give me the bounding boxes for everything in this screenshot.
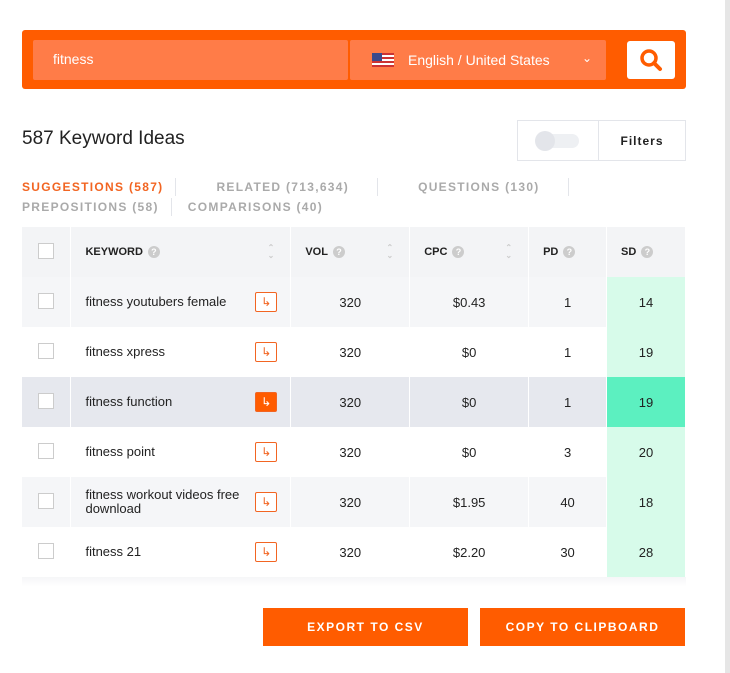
open-keyword-icon[interactable]: ↳ [255, 542, 278, 562]
row-checkbox[interactable] [38, 492, 55, 509]
table-row[interactable]: fitness workout videos free download ↳ 32… [22, 477, 686, 527]
keyword-input[interactable]: fitness [33, 40, 348, 80]
table-row[interactable]: fitness function ↳ 320 $0 1 19 [22, 377, 686, 427]
page-title: 587 Keyword Ideas [22, 128, 185, 149]
filters-toggle[interactable] [518, 121, 599, 160]
select-all-checkbox[interactable] [38, 242, 54, 259]
sd-cell: 20 [606, 427, 686, 477]
help-icon: ? [563, 246, 576, 259]
pd-cell: 1 [528, 327, 608, 377]
tab-related[interactable]: RELATED (713,634) [216, 180, 349, 194]
table-row[interactable]: fitness point ↳ 320 $0 3 20 [22, 427, 686, 477]
open-keyword-icon[interactable]: ↳ [255, 342, 278, 362]
sd-cell: 14 [606, 277, 686, 327]
cpc-cell: $0 [409, 327, 530, 377]
vol-cell: 320 [290, 377, 411, 427]
copy-clipboard-button[interactable]: COPY TO CLIPBOARD [480, 608, 685, 646]
table-row[interactable]: fitness xpress ↳ 320 $0 1 19 [22, 327, 686, 377]
sort-icon: ⌃ ⌄ [386, 243, 394, 260]
open-keyword-icon[interactable]: ↳ [255, 442, 278, 462]
column-keyword[interactable]: KEYWORD? ⌃ ⌄ [70, 227, 292, 277]
export-csv-button[interactable]: EXPORT TO CSV [263, 608, 468, 646]
language-select[interactable]: English / United States ⌄ [350, 40, 606, 80]
help-icon: ? [452, 246, 465, 259]
vol-cell: 320 [290, 277, 411, 327]
cpc-cell: $2.20 [409, 527, 530, 577]
keyword-cell: fitness youtubers female ↳ [70, 277, 292, 327]
keyword-table: KEYWORD? ⌃ ⌄ VOL? ⌃ ⌄ CPC? ⌃ ⌄ PD? SD? fitness… [22, 227, 686, 577]
search-bar: fitness English / United States ⌄ [22, 30, 686, 89]
vol-cell: 320 [290, 527, 411, 577]
cpc-cell: $0.43 [409, 277, 530, 327]
vol-cell: 320 [290, 427, 411, 477]
pd-cell: 40 [528, 477, 608, 527]
filters-panel: Filters [517, 120, 686, 161]
row-checkbox[interactable] [38, 342, 55, 359]
open-keyword-icon[interactable]: ↳ [255, 292, 278, 312]
cpc-cell: $0 [409, 377, 530, 427]
help-icon: ? [147, 246, 160, 259]
language-label: English / United States [408, 52, 550, 68]
search-button[interactable] [627, 41, 675, 79]
tab-suggestions[interactable]: SUGGESTIONS (587) [22, 180, 163, 194]
row-checkbox[interactable] [38, 442, 55, 459]
help-icon: ? [332, 246, 345, 259]
table-row[interactable]: fitness 21 ↳ 320 $2.20 30 28 [22, 527, 686, 577]
keyword-cell: fitness point ↳ [70, 427, 292, 477]
sort-icon: ⌃ ⌄ [267, 243, 275, 260]
cpc-cell: $0 [409, 427, 530, 477]
sd-cell: 19 [606, 327, 686, 377]
tab-prepositions[interactable]: PREPOSITIONS (58) [22, 200, 159, 214]
help-icon: ? [641, 246, 654, 259]
vol-cell: 320 [290, 327, 411, 377]
sd-cell: 28 [606, 527, 686, 577]
tab-questions[interactable]: QUESTIONS (130) [418, 180, 540, 194]
chevron-down-icon: ⌄ [581, 51, 592, 65]
cpc-cell: $1.95 [409, 477, 530, 527]
column-sd[interactable]: SD? [606, 227, 686, 277]
tab-comparisons[interactable]: COMPARISONS (40) [188, 200, 323, 214]
pd-cell: 3 [528, 427, 608, 477]
table-row[interactable]: fitness youtubers female ↳ 320 $0.43 1 14 [22, 277, 686, 327]
row-checkbox[interactable] [38, 392, 55, 409]
sd-cell: 18 [606, 477, 686, 527]
keyword-cell: fitness workout videos free download ↳ [70, 477, 292, 527]
vol-cell: 320 [290, 477, 411, 527]
sort-icon: ⌃ ⌄ [505, 243, 513, 260]
pd-cell: 30 [528, 527, 608, 577]
column-vol[interactable]: VOL? ⌃ ⌄ [290, 227, 411, 277]
us-flag-icon [372, 53, 394, 67]
row-checkbox[interactable] [38, 292, 55, 309]
column-pd[interactable]: PD? [528, 227, 608, 277]
pd-cell: 1 [528, 377, 608, 427]
search-icon [640, 49, 662, 71]
scrollbar[interactable] [725, 0, 730, 673]
pd-cell: 1 [528, 277, 608, 327]
open-keyword-icon[interactable]: ↳ [255, 392, 278, 412]
row-checkbox[interactable] [38, 542, 55, 559]
filters-button[interactable]: Filters [599, 121, 685, 160]
keyword-cell: fitness function ↳ [70, 377, 292, 427]
keyword-cell: fitness 21 ↳ [70, 527, 292, 577]
sd-cell: 19 [606, 377, 686, 427]
open-keyword-icon[interactable]: ↳ [255, 492, 278, 512]
column-cpc[interactable]: CPC? ⌃ ⌄ [409, 227, 530, 277]
keyword-cell: fitness xpress ↳ [70, 327, 292, 377]
